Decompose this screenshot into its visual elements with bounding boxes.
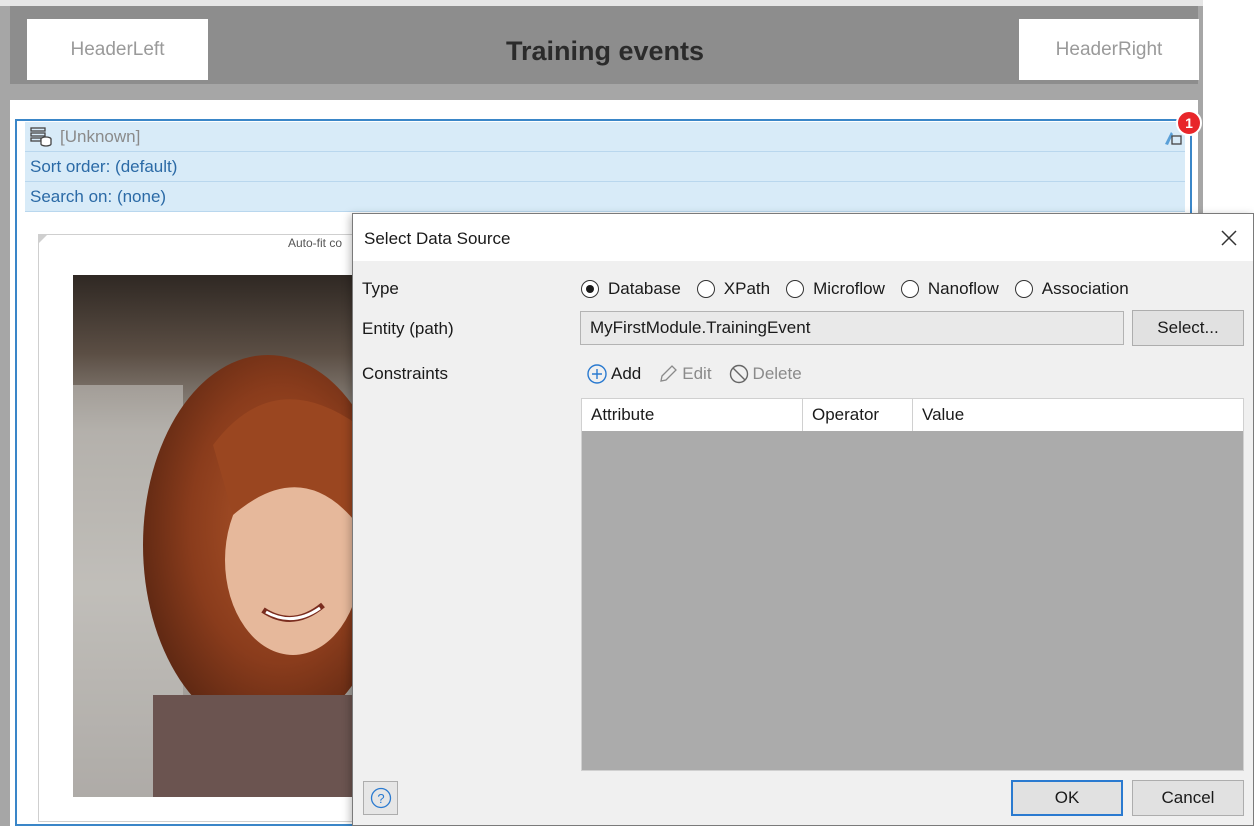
add-label: Add [611, 364, 642, 383]
header-right-placeholder[interactable]: HeaderRight [1019, 19, 1199, 80]
cancel-button[interactable]: Cancel [1132, 780, 1244, 816]
radio-xpath-indicator[interactable] [696, 280, 715, 298]
radio-database-indicator[interactable] [581, 280, 599, 298]
type-radio-group: Database XPath Microflow Nanoflow Associ… [581, 277, 1145, 301]
dialog-title: Select Data Source [364, 229, 511, 248]
constraints-toolbar: Add Edit Delete [580, 355, 1244, 393]
radio-database-label: Database [608, 279, 681, 298]
pencil-icon [660, 365, 678, 382]
entity-path-label: Entity (path) [362, 319, 454, 338]
delete-label: Delete [752, 364, 802, 383]
radio-xpath[interactable]: XPath [696, 279, 771, 299]
column-value[interactable]: Value [913, 399, 1243, 431]
container-corner-marker [38, 234, 48, 244]
add-constraint-button[interactable]: Add [586, 363, 641, 385]
data-view-entity-row[interactable]: [Unknown] 1 [25, 110, 1202, 152]
close-icon[interactable] [1215, 224, 1243, 252]
page-title[interactable]: Training events [430, 36, 780, 67]
help-icon: ? [370, 787, 391, 809]
autofit-container-label: Auto-fit co [288, 236, 343, 250]
radio-microflow[interactable]: Microflow [786, 279, 885, 299]
radio-association-indicator[interactable] [1014, 280, 1033, 298]
svg-text:?: ? [377, 791, 384, 806]
delete-constraint-button[interactable]: Delete [728, 363, 802, 385]
data-view-entity-label: [Unknown] [60, 126, 141, 146]
select-entity-button[interactable]: Select... [1132, 310, 1244, 346]
radio-association-label: Association [1041, 279, 1129, 298]
radio-nanoflow-indicator[interactable] [900, 280, 919, 298]
grid-header: Attribute Operator Value [582, 399, 1243, 431]
radio-microflow-indicator[interactable] [786, 280, 805, 298]
error-count-badge[interactable]: 1 [1176, 110, 1202, 136]
column-operator[interactable]: Operator [803, 399, 913, 431]
radio-nanoflow-label: Nanoflow [927, 279, 999, 298]
prohibited-icon [729, 364, 748, 384]
help-button[interactable]: ? [363, 781, 398, 815]
page-header: HeaderLeft Training events HeaderRight [10, 6, 1199, 84]
select-data-source-dialog: Select Data Source Type Database XPath M… [352, 213, 1254, 826]
constraints-label: Constraints [362, 364, 448, 383]
woman-photo-image [73, 275, 358, 797]
sort-order-row[interactable]: Sort order: (default) [25, 152, 1185, 182]
radio-association[interactable]: Association [1014, 279, 1129, 299]
radio-nanoflow[interactable]: Nanoflow [900, 279, 999, 299]
type-label: Type [362, 279, 399, 298]
header-left-placeholder[interactable]: HeaderLeft [27, 19, 208, 80]
ok-button[interactable]: OK [1011, 780, 1123, 816]
edit-constraint-button[interactable]: Edit [657, 363, 712, 385]
entity-path-field[interactable]: MyFirstModule.TrainingEvent [580, 311, 1124, 345]
add-icon [587, 364, 607, 384]
constraints-grid[interactable]: Attribute Operator Value [581, 398, 1244, 771]
edit-label: Edit [682, 364, 712, 383]
radio-xpath-label: XPath [723, 279, 771, 298]
search-on-row[interactable]: Search on: (none) [25, 182, 1185, 212]
radio-microflow-label: Microflow [813, 279, 885, 298]
database-icon [30, 126, 52, 147]
dialog-titlebar: Select Data Source [353, 214, 1253, 261]
column-attribute[interactable]: Attribute [582, 399, 803, 431]
image-widget[interactable] [73, 275, 358, 797]
radio-database[interactable]: Database [581, 279, 681, 299]
